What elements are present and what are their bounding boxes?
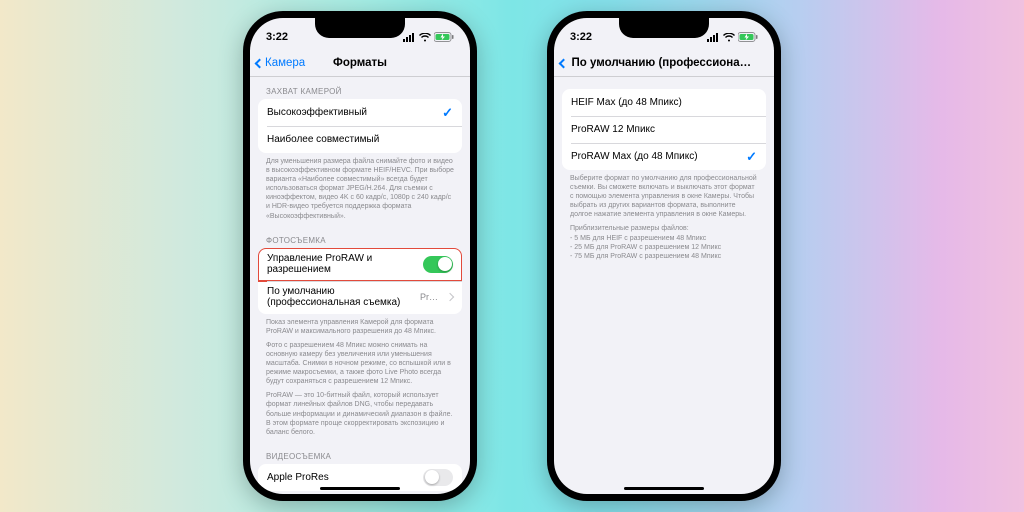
back-button[interactable]: Камера	[256, 50, 305, 76]
chevron-right-icon	[446, 293, 454, 301]
group-photo: Управление ProRAW и разрешением По умолч…	[258, 248, 462, 314]
group-default-format: HEIF Max (до 48 Мпикс) ProRAW 12 Мпикс P…	[562, 89, 766, 170]
prores-toggle[interactable]	[423, 469, 453, 486]
nav-bar: Камера Форматы	[250, 50, 470, 77]
home-indicator[interactable]	[320, 487, 400, 491]
row-pro-default[interactable]: По умолчанию (профессиональная съемка) P…	[258, 281, 462, 314]
settings-content[interactable]: HEIF Max (до 48 Мпикс) ProRAW 12 Мпикс P…	[554, 77, 774, 494]
section-header-photo: ФОТОСЪЕМКА	[258, 226, 462, 248]
status-time: 3:22	[570, 31, 592, 43]
row-high-efficiency[interactable]: Высокоэффективный ✓	[258, 99, 462, 126]
chevron-left-icon	[255, 58, 265, 68]
screen-left: 3:22 Камера Форматы ЗАХВАТ КАМЕРОЙ Высок…	[250, 18, 470, 494]
nav-title: По умолчанию (профессиональная с…	[572, 57, 757, 69]
notch	[619, 18, 709, 38]
cellular-icon	[707, 33, 720, 42]
footer-capture: Для уменьшения размера файла снимайте фо…	[258, 153, 462, 221]
cellular-icon	[403, 33, 416, 42]
notch	[315, 18, 405, 38]
nav-bar: По умолчанию (профессиональная с…	[554, 50, 774, 77]
chevron-left-icon	[559, 58, 569, 68]
proraw-toggle[interactable]	[423, 256, 453, 273]
battery-icon	[434, 32, 454, 42]
wifi-icon	[419, 33, 431, 42]
home-indicator[interactable]	[624, 487, 704, 491]
row-heif-max[interactable]: HEIF Max (до 48 Мпикс)	[562, 89, 766, 116]
pro-default-value: Pr…	[420, 292, 438, 302]
status-time: 3:22	[266, 31, 288, 43]
row-most-compatible[interactable]: Наиболее совместимый	[258, 126, 462, 153]
status-icons	[403, 32, 454, 42]
wifi-icon	[723, 33, 735, 42]
footer-video: В приложении «Камера» отобразится параме…	[258, 491, 462, 494]
status-icons	[707, 32, 758, 42]
phone-left: 3:22 Камера Форматы ЗАХВАТ КАМЕРОЙ Высок…	[243, 11, 477, 501]
footer-default: Выберите формат по умолчанию для професс…	[562, 170, 766, 261]
check-icon: ✓	[442, 105, 453, 121]
screen-right: 3:22 По умолчанию (профессиональная с… H…	[554, 18, 774, 494]
battery-icon	[738, 32, 758, 42]
back-label: Камера	[265, 57, 305, 69]
section-header-video: ВИДЕОСЪЕМКА	[258, 442, 462, 464]
phone-right: 3:22 По умолчанию (профессиональная с… H…	[547, 11, 781, 501]
settings-content[interactable]: ЗАХВАТ КАМЕРОЙ Высокоэффективный ✓ Наибо…	[250, 77, 470, 494]
row-proraw-max[interactable]: ProRAW Max (до 48 Мпикс) ✓	[562, 143, 766, 170]
group-capture: Высокоэффективный ✓ Наиболее совместимый	[258, 99, 462, 153]
footer-photo: Показ элемента управления Камерой для фо…	[258, 314, 462, 437]
check-icon: ✓	[746, 149, 757, 165]
nav-title: Форматы	[333, 57, 387, 69]
section-header-capture: ЗАХВАТ КАМЕРОЙ	[258, 77, 462, 99]
back-button[interactable]	[560, 50, 567, 76]
row-proraw-control[interactable]: Управление ProRAW и разрешением	[258, 248, 462, 281]
row-proraw-12[interactable]: ProRAW 12 Мпикс	[562, 116, 766, 143]
